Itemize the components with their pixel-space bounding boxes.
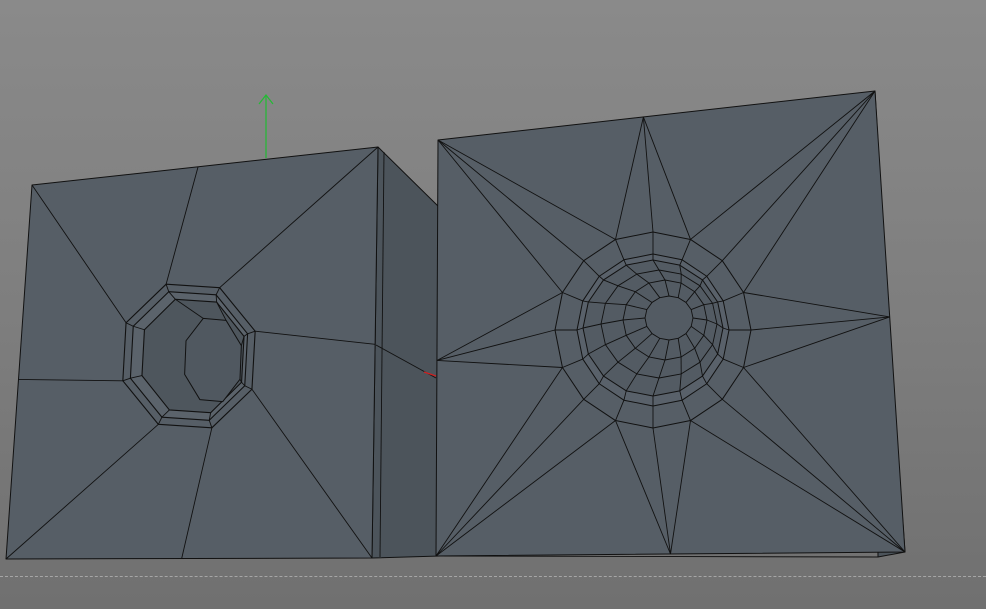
cube1-hole-edge [215, 294, 218, 303]
y-axis-arrow[interactable] [258, 94, 274, 158]
ground-grid-line [0, 576, 986, 577]
cube1-hole-back [184, 317, 242, 403]
viewport-canvas[interactable] [0, 0, 986, 609]
3d-viewport[interactable] [0, 0, 986, 609]
cube-with-spherical-dimple[interactable] [435, 90, 906, 558]
objects-layer [5, 90, 906, 560]
cube2-bottom-edge [435, 555, 879, 558]
cube-with-octagonal-hole[interactable] [5, 146, 441, 560]
